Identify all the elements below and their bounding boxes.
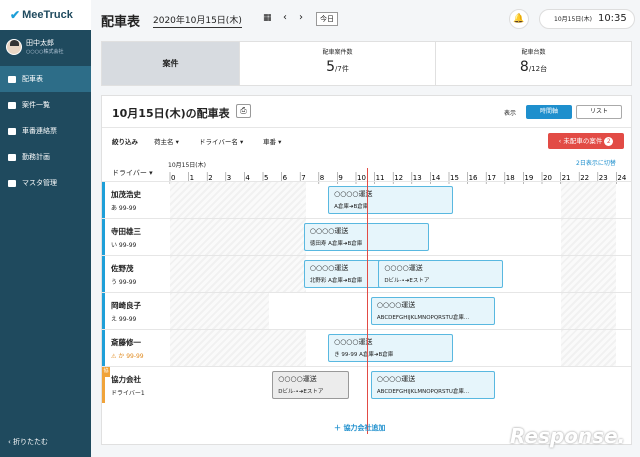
database-icon	[8, 179, 16, 187]
today-button[interactable]: 今日	[316, 12, 338, 26]
user-name: 田中太郎	[26, 39, 54, 47]
card-title: ○○○○運送	[334, 190, 373, 198]
unavailable-time	[170, 182, 306, 218]
next-day-button[interactable]: ›	[299, 12, 303, 23]
unavailable-time	[170, 293, 269, 329]
summary-panel: 案件 配車案件数 5/7件 配車台数 8/12台	[101, 41, 632, 86]
card-route: ABCDEFGHIJKLMNOPQRSTU倉庫...	[376, 389, 470, 395]
plate-number: ⚠ か 99-99	[111, 353, 144, 360]
plate-number: う 99-99	[111, 279, 137, 286]
row-indicator	[102, 293, 105, 329]
unavailable-time	[560, 182, 617, 218]
dispatch-card[interactable]: ○○○○運送 Dビル-•➜Eストア	[272, 371, 349, 399]
bell-icon[interactable]: 🔔	[509, 9, 529, 29]
plate-number: ドライバー1	[111, 390, 145, 397]
summary-label: 案件	[102, 42, 239, 85]
sidebar-item-vehicle-sheet[interactable]: 車番連絡票	[0, 118, 91, 144]
sidebar-item-work-plan[interactable]: 勤務計画	[0, 144, 91, 170]
card-route: A倉庫➜B倉庫	[334, 204, 369, 210]
row-indicator	[102, 256, 105, 292]
card-route: き 99-99 A倉庫➜B倉庫	[334, 352, 394, 358]
watermark: Response.	[510, 424, 626, 448]
sidebar-nav: 配車表 案件一覧 車番連絡票 勤務計画 マスタ管理	[0, 66, 91, 196]
row-indicator	[102, 219, 105, 255]
dispatch-card[interactable]: ○○○○運送 ABCDEFGHIJKLMNOPQRSTU倉庫...	[370, 371, 496, 399]
card-title: ○○○○運送	[334, 338, 373, 346]
driver-name[interactable]: 協力会社	[111, 374, 141, 385]
row-indicator	[102, 330, 105, 366]
user-profile[interactable]: 田中太郎 ○○○○株式会社	[0, 30, 91, 64]
collapse-sidebar-button[interactable]: ‹ 折りたたむ	[8, 437, 48, 447]
unavailable-time	[560, 293, 617, 329]
add-partner-button[interactable]: ＋ 協力会社追加	[334, 423, 385, 433]
dispatch-panel: 10月15日(木)の配車表 ⎙ 表示 時間軸 リスト 絞り込み 荷主名 ▾ ドラ…	[101, 95, 632, 445]
dispatch-card[interactable]: ○○○○運送 A倉庫➜B倉庫	[328, 186, 453, 214]
header: 配車表 2020年10月15日(木) ▦ ‹ › 今日 🔔 10月15日(木) 1…	[91, 0, 640, 40]
truck-icon	[8, 75, 16, 83]
sidebar-item-cases[interactable]: 案件一覧	[0, 92, 91, 118]
plate-number: い 99-99	[111, 242, 137, 249]
unavailable-time	[560, 219, 617, 255]
clock-time: 10:35	[597, 13, 627, 24]
driver-name[interactable]: 佐野茂	[111, 263, 134, 274]
document-icon	[8, 127, 16, 135]
driver-name[interactable]: 岡崎良子	[111, 300, 141, 311]
dispatch-card[interactable]: ○○○○運送き 99-99 A倉庫➜B倉庫	[328, 334, 453, 362]
company-name: ○○○○株式会社	[26, 49, 64, 55]
dispatch-card[interactable]: ○○○○運送 Dビル-•➜Eストア	[378, 260, 503, 288]
dispatch-card[interactable]: ○○○○運送 ABCDEFGHIJKLMNOPQRSTU倉庫...	[370, 297, 496, 325]
partner-badge: 協	[102, 367, 110, 377]
card-title: ○○○○運送	[384, 264, 423, 272]
card-title: ○○○○運送	[376, 301, 416, 309]
brand-logo[interactable]: ✔ MeeTruck	[0, 0, 91, 30]
card-route: Dビル-•➜Eストア	[384, 278, 430, 284]
page-title: 配車表	[101, 15, 141, 30]
sidebar: ✔ MeeTruck 田中太郎 ○○○○株式会社 配車表 案件一覧 車番連絡票 勤務…	[0, 0, 91, 457]
truck-count-cell: 配車台数 8/12台	[435, 42, 631, 85]
unavailable-time	[170, 219, 306, 255]
sidebar-item-master[interactable]: マスタ管理	[0, 170, 91, 196]
clock: 10月15日(木) 10:35	[539, 9, 635, 29]
case-count: 5	[326, 59, 336, 75]
truck-count: 8	[519, 59, 529, 75]
calendar-icon[interactable]: ▦	[263, 13, 272, 23]
card-route: Dビル-•➜Eストア	[278, 389, 324, 395]
current-time-line	[366, 168, 368, 434]
folder-icon	[8, 101, 16, 109]
card-route: ABCDEFGHIJKLMNOPQRSTU倉庫...	[376, 315, 470, 321]
prev-day-button[interactable]: ‹	[283, 12, 287, 23]
avatar	[6, 39, 22, 55]
calendar-icon	[8, 153, 16, 161]
sidebar-item-dispatch[interactable]: 配車表	[0, 66, 91, 92]
unavailable-time	[170, 330, 306, 366]
unavailable-time	[170, 256, 306, 292]
driver-name[interactable]: 寺田雄三	[111, 226, 141, 237]
unavailable-time	[560, 330, 617, 366]
logo-check-icon: ✔	[10, 8, 21, 22]
driver-name[interactable]: 加茂浩史	[111, 189, 141, 200]
driver-name[interactable]: 斎藤修一	[111, 337, 141, 348]
card-title: ○○○○運送	[376, 375, 416, 383]
card-title: ○○○○運送	[278, 375, 317, 383]
date-display[interactable]: 2020年10月15日(木)	[153, 13, 242, 28]
plate-number: え 99-99	[111, 316, 137, 323]
row-indicator	[102, 182, 105, 218]
plate-number: あ 99-99	[111, 205, 137, 212]
unavailable-time	[560, 256, 617, 292]
case-count-cell: 配車案件数 5/7件	[239, 42, 435, 85]
